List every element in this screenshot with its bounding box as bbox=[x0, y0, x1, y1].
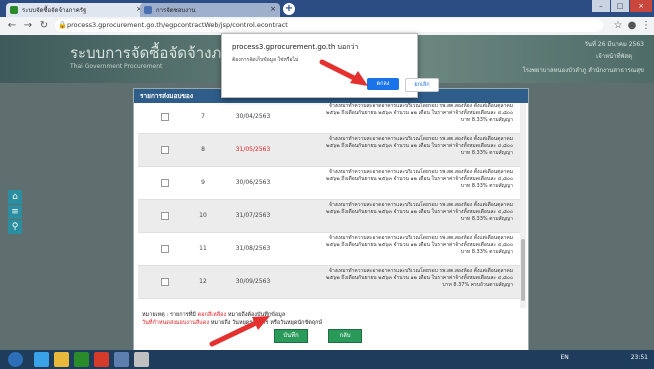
row-checkbox[interactable] bbox=[161, 278, 169, 286]
note-text: หมายเหตุ : รายการที่มี bbox=[142, 312, 196, 318]
url-text: process3.gprocurement.go.th/egpcontractW… bbox=[67, 21, 288, 29]
table-row: 11 31/08/2563 จ้างเหมาทำความสะอาดอาคารแล… bbox=[138, 233, 520, 266]
delivery-table: 7 30/04/2563 จ้างเหมาทำความสะอาดอาคารและ… bbox=[138, 103, 520, 308]
egp-favicon-icon bbox=[10, 6, 18, 14]
note-highlight: ตอกสีเหลือง bbox=[197, 312, 227, 318]
maximize-button[interactable]: □ bbox=[611, 0, 629, 12]
confirm-alert: process3.gprocurement.go.th บอกว่า ต้องก… bbox=[221, 33, 439, 98]
legend-note: หมายเหตุ : รายการที่มี ตอกสีเหลือง หมายถ… bbox=[142, 311, 285, 319]
tab-label: ระบบจัดซื้อจัดจ้างภาครัฐ bbox=[22, 7, 87, 14]
row-date: 31/07/2563 bbox=[235, 212, 271, 219]
back-button[interactable]: กลับ bbox=[328, 329, 362, 343]
alert-origin: process3.gprocurement.go.th บอกว่า bbox=[232, 43, 359, 51]
row-date: 31/08/2563 bbox=[235, 245, 271, 252]
save-button[interactable]: บันทึก bbox=[274, 329, 308, 343]
close-window-button[interactable]: × bbox=[630, 0, 652, 12]
row-number: 9 bbox=[201, 179, 205, 186]
legend-note: วันที่กำหนดส่งมอบงานสีแดง หมายถึง วันหยุ… bbox=[142, 319, 322, 327]
tab-label: การจัดซอบงาน bbox=[156, 7, 196, 14]
ie-icon[interactable] bbox=[34, 352, 49, 367]
language-indicator[interactable]: EN bbox=[561, 354, 569, 361]
row-checkbox[interactable] bbox=[161, 146, 169, 154]
app-icon[interactable] bbox=[134, 352, 149, 367]
row-description: จ้างเหมาทำความสะอาดอาคารและบริเวณโดยรอบ … bbox=[326, 136, 513, 156]
row-number: 11 bbox=[199, 245, 207, 252]
row-number: 8 bbox=[201, 146, 205, 153]
ok-button[interactable]: ตกลง bbox=[367, 78, 399, 90]
row-description: จ้างเหมาทำความสะอาดอาคารและบริเวณโดยรอบ … bbox=[326, 169, 513, 189]
back-arrow-icon[interactable]: ← bbox=[6, 20, 18, 32]
new-tab-button[interactable]: + bbox=[283, 3, 295, 15]
clock[interactable]: 23:51 bbox=[631, 354, 648, 361]
bookmark-star-icon[interactable]: ☆ bbox=[612, 20, 624, 32]
home-icon[interactable]: ⌂ bbox=[8, 190, 22, 204]
table-row: 10 31/07/2563 จ้างเหมาทำความสะอาดอาคารแล… bbox=[138, 200, 520, 233]
header-user: เจ้าหน้าที่พัสดุ bbox=[596, 53, 632, 60]
row-description: จ้างเหมาทำความสะอาดอาคารและบริเวณโดยรอบ … bbox=[326, 235, 513, 255]
browser-tab-inactive[interactable]: การจัดซอบงาน × bbox=[140, 3, 280, 17]
doc-favicon-icon bbox=[144, 6, 152, 14]
row-number: 7 bbox=[201, 113, 205, 120]
excel-icon[interactable] bbox=[74, 352, 89, 367]
minimize-button[interactable]: – bbox=[592, 0, 610, 12]
row-checkbox[interactable] bbox=[161, 113, 169, 121]
row-number: 12 bbox=[199, 278, 207, 285]
row-checkbox[interactable] bbox=[161, 212, 169, 220]
header-agency: โรงพยาบาลหนองบัวลำภู สำนักงานสาธารณสุข bbox=[522, 67, 644, 74]
start-button-icon[interactable] bbox=[8, 352, 23, 367]
close-tab-icon[interactable]: × bbox=[270, 5, 276, 13]
search-icon[interactable]: ⚲ bbox=[8, 220, 22, 234]
row-description: จ้างเหมาทำความสะอาดอาคารและบริเวณโดยรอบ … bbox=[326, 268, 513, 288]
scrollbar-thumb[interactable] bbox=[521, 239, 525, 301]
lock-icon: 🔒 bbox=[58, 21, 67, 29]
reload-icon[interactable]: ↻ bbox=[38, 20, 50, 32]
table-row: 9 30/06/2563 จ้างเหมาทำความสะอาดอาคารและ… bbox=[138, 167, 520, 200]
row-number: 10 bbox=[199, 212, 207, 219]
menu-icon[interactable]: ≡ bbox=[8, 205, 22, 219]
word-icon[interactable] bbox=[114, 352, 129, 367]
menu-kebab-icon[interactable]: ⋮ bbox=[640, 20, 652, 32]
row-checkbox[interactable] bbox=[161, 179, 169, 187]
folder-icon[interactable] bbox=[54, 352, 69, 367]
row-description: จ้างเหมาทำความสะอาดอาคารและบริเวณโดยรอบ … bbox=[326, 103, 513, 123]
row-date: 30/06/2563 bbox=[235, 179, 271, 186]
delivery-dialog: รายการส่งมอบของ 7 30/04/2563 จ้างเหมาทำค… bbox=[133, 88, 529, 352]
system-tray: EN 23:51 bbox=[561, 354, 649, 361]
site-subtitle: Thai Government Procurement bbox=[70, 63, 163, 70]
note-text: หมายถึงต้องบันทึกข้อมูล bbox=[227, 312, 286, 318]
browser-tab-active[interactable]: ระบบจัดซื้อจัดจ้างภาครัฐ × bbox=[6, 3, 146, 17]
header-date: วันที่ 26 มีนาคม 2563 bbox=[584, 41, 644, 48]
forward-arrow-icon[interactable]: → bbox=[22, 20, 34, 32]
windows-taskbar: EN 23:51 bbox=[0, 350, 654, 369]
note-text: หมายถึง วันหยุดราชการ หรือวันหยุดนักขัตฤ… bbox=[210, 320, 323, 326]
row-date: 31/05/2563 bbox=[235, 146, 271, 153]
row-checkbox[interactable] bbox=[161, 245, 169, 253]
table-row: 8 31/05/2563 จ้างเหมาทำความสะอาดอาคารและ… bbox=[138, 134, 520, 167]
url-field[interactable]: 🔒 process3.gprocurement.go.th/egpcontrac… bbox=[55, 19, 603, 32]
chrome-icon[interactable] bbox=[94, 352, 109, 367]
profile-icon[interactable]: ● bbox=[626, 20, 638, 32]
row-date: 30/09/2563 bbox=[235, 278, 271, 285]
side-toolbar: ⌂ ≡ ⚲ bbox=[8, 190, 22, 235]
alert-message: ต้องการจัดเก็บข้อมูล ใช่หรือไม่ bbox=[232, 57, 299, 63]
table-row: 7 30/04/2563 จ้างเหมาทำความสะอาดอาคารและ… bbox=[138, 103, 520, 134]
row-description: จ้างเหมาทำความสะอาดอาคารและบริเวณโดยรอบ … bbox=[326, 202, 513, 222]
browser-titlebar: ระบบจัดซื้อจัดจ้างภาครัฐ × การจัดซอบงาน … bbox=[0, 0, 654, 17]
note-highlight: วันที่กำหนดส่งมอบงานสีแดง bbox=[142, 320, 210, 326]
table-row: 12 30/09/2563 จ้างเหมาทำความสะอาดอาคารแล… bbox=[138, 266, 520, 299]
row-date: 30/04/2563 bbox=[235, 113, 271, 120]
cancel-button[interactable]: ยกเลิก bbox=[405, 78, 439, 92]
